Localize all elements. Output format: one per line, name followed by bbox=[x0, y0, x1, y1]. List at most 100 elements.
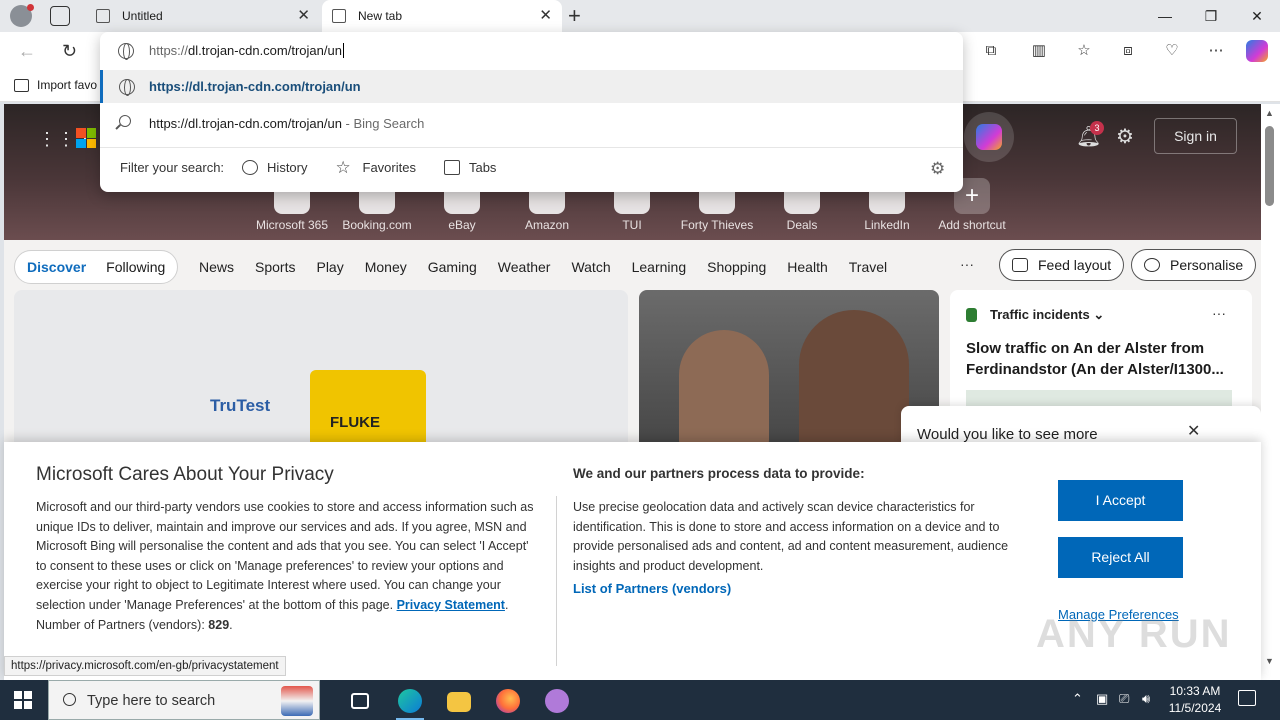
tab-title: New tab bbox=[358, 9, 403, 23]
close-tab-icon[interactable]: ✕ bbox=[297, 8, 310, 24]
close-window-icon[interactable]: ✕ bbox=[1234, 0, 1280, 32]
filter-tabs[interactable]: Tabs bbox=[443, 160, 496, 175]
privacy-statement-link[interactable]: Privacy Statement bbox=[397, 598, 505, 612]
personalise-button[interactable]: Personalise bbox=[1131, 249, 1257, 281]
feedback-popup: Would you like to see more ✕ bbox=[901, 406, 1261, 446]
windows-start-icon[interactable] bbox=[14, 691, 32, 709]
nav-health[interactable]: Health bbox=[787, 259, 827, 275]
nav-shopping[interactable]: Shopping bbox=[707, 259, 766, 275]
extensions-icon[interactable]: ⧉ bbox=[981, 41, 1001, 61]
refresh-icon[interactable]: ↻ bbox=[62, 40, 77, 62]
taskbar-search-box[interactable]: Type here to search bbox=[48, 680, 320, 720]
filter-history[interactable]: History bbox=[242, 160, 308, 175]
nav-watch[interactable]: Watch bbox=[571, 259, 610, 275]
nav-learning[interactable]: Learning bbox=[632, 259, 687, 275]
close-tab-icon[interactable]: ✕ bbox=[539, 8, 552, 24]
personalise-label: Personalise bbox=[1170, 257, 1244, 273]
product-image bbox=[310, 370, 426, 450]
network-icon[interactable]: ⎚ bbox=[1119, 691, 1129, 707]
shortcut-label: Booking.com bbox=[342, 218, 412, 232]
scroll-thumb[interactable] bbox=[1265, 126, 1274, 206]
page-scrollbar[interactable]: ▲ ▼ bbox=[1261, 104, 1280, 680]
settings-gear-icon[interactable]: ⚙ bbox=[1116, 124, 1134, 149]
task-view-icon[interactable] bbox=[338, 684, 382, 720]
feed-layout-button[interactable]: Feed layout bbox=[999, 249, 1125, 281]
shortcut-label: Amazon bbox=[524, 218, 570, 232]
system-clock[interactable]: 10:33 AM 11/5/2024 bbox=[1160, 683, 1230, 717]
more-nav-icon[interactable]: ··· bbox=[960, 256, 974, 272]
more-menu-icon[interactable]: ⋯ bbox=[1206, 41, 1226, 61]
traffic-header[interactable]: Traffic incidents ⌄ bbox=[990, 307, 1104, 323]
tray-device-icon[interactable]: ▣ bbox=[1096, 691, 1108, 707]
edge-taskbar-icon[interactable] bbox=[388, 684, 432, 720]
filter-favorites-label: Favorites bbox=[362, 160, 416, 175]
tray-chevron-up-icon[interactable]: ⌃ bbox=[1072, 691, 1083, 707]
traffic-light-icon bbox=[966, 308, 977, 322]
firefox-icon[interactable] bbox=[486, 684, 530, 720]
volume-icon[interactable]: 🔊︎ bbox=[1142, 691, 1150, 707]
import-favorites-link[interactable]: Import favo bbox=[14, 78, 97, 92]
card-more-icon[interactable]: ··· bbox=[1212, 305, 1226, 321]
nav-play[interactable]: Play bbox=[316, 259, 343, 275]
profile-avatar-icon[interactable] bbox=[10, 4, 34, 27]
collections-icon[interactable]: ⧈ bbox=[1118, 41, 1138, 61]
brand-logo: TruTest bbox=[210, 396, 271, 415]
copilot-large-icon[interactable] bbox=[964, 112, 1014, 162]
suggestion-url-text: https://dl.trojan-cdn.com/trojan/un bbox=[149, 79, 361, 94]
suggestion-url[interactable]: https://dl.trojan-cdn.com/trojan/un bbox=[100, 70, 963, 103]
anyrun-watermark: ANY RUN bbox=[1036, 612, 1232, 656]
nav-gaming[interactable]: Gaming bbox=[428, 259, 477, 275]
shortcut-label: Forty Thieves bbox=[680, 218, 754, 232]
suggestion-search[interactable]: https://dl.trojan-cdn.com/trojan/un - Bi… bbox=[100, 103, 963, 141]
shortcut-label: TUI bbox=[622, 218, 642, 232]
close-icon[interactable]: ✕ bbox=[1187, 421, 1200, 441]
globe-icon bbox=[118, 43, 134, 60]
sparkle-icon bbox=[1144, 258, 1160, 272]
list-of-partners-link[interactable]: List of Partners (vendors) bbox=[573, 581, 731, 596]
browser-essentials-icon[interactable]: ♡ bbox=[1162, 41, 1182, 61]
photo-person bbox=[799, 310, 909, 460]
tab-actions-icon[interactable] bbox=[50, 6, 70, 26]
back-arrow-icon[interactable]: ← bbox=[18, 40, 36, 62]
split-screen-icon[interactable]: ▥ bbox=[1029, 41, 1049, 61]
tab-discover[interactable]: Discover bbox=[27, 259, 86, 275]
sign-in-button[interactable]: Sign in bbox=[1154, 118, 1237, 154]
new-tab-plus-icon[interactable]: + bbox=[568, 3, 581, 29]
new-tab-page-icon bbox=[332, 9, 346, 23]
privacy-title: Microsoft Cares About Your Privacy bbox=[36, 464, 334, 485]
tab-following[interactable]: Following bbox=[106, 259, 165, 275]
nav-money[interactable]: Money bbox=[365, 259, 407, 275]
notifications-icon[interactable] bbox=[1238, 690, 1256, 706]
file-explorer-icon[interactable] bbox=[437, 684, 481, 720]
reject-all-button[interactable]: Reject All bbox=[1058, 537, 1183, 578]
photo-person bbox=[679, 330, 769, 450]
search-highlight-icon bbox=[281, 686, 313, 716]
accept-button[interactable]: I Accept bbox=[1058, 480, 1183, 521]
feed-nav-links: News Sports Play Money Gaming Weather Wa… bbox=[199, 249, 887, 285]
notification-count-badge: 3 bbox=[1090, 121, 1104, 135]
minimize-icon[interactable]: — bbox=[1142, 0, 1188, 32]
address-host-path: dl.trojan-cdn.com/trojan/un bbox=[188, 43, 342, 58]
address-text[interactable]: https://dl.trojan-cdn.com/trojan/un bbox=[149, 43, 344, 58]
tab-untitled[interactable]: Untitled ✕ bbox=[86, 0, 320, 32]
restore-icon[interactable]: ❐ bbox=[1188, 0, 1234, 32]
filter-history-label: History bbox=[267, 160, 308, 175]
copilot-icon[interactable] bbox=[1246, 40, 1268, 62]
scroll-down-icon[interactable]: ▼ bbox=[1265, 656, 1274, 666]
address-bar-input[interactable]: https://dl.trojan-cdn.com/trojan/un bbox=[100, 32, 963, 70]
search-settings-gear-icon[interactable]: ⚙ bbox=[930, 159, 945, 179]
tab-new-tab[interactable]: New tab ✕ bbox=[322, 0, 562, 32]
privacy-body-text: Microsoft and our third-party vendors us… bbox=[36, 500, 534, 612]
scroll-up-icon[interactable]: ▲ bbox=[1265, 108, 1274, 118]
nav-sports[interactable]: Sports bbox=[255, 259, 295, 275]
microsoft-logo-icon[interactable] bbox=[76, 128, 96, 148]
nav-travel[interactable]: Travel bbox=[849, 259, 887, 275]
page-icon bbox=[96, 9, 110, 23]
favorites-star-icon[interactable]: ☆ bbox=[1074, 41, 1094, 61]
filter-favorites[interactable]: ☆ Favorites bbox=[336, 159, 416, 176]
nav-news[interactable]: News bbox=[199, 259, 234, 275]
anyrun-app-icon[interactable] bbox=[535, 684, 579, 720]
nav-weather[interactable]: Weather bbox=[498, 259, 551, 275]
traffic-title[interactable]: Slow traffic on An der Alster from Ferdi… bbox=[966, 338, 1236, 380]
clock-date: 11/5/2024 bbox=[1168, 701, 1222, 715]
